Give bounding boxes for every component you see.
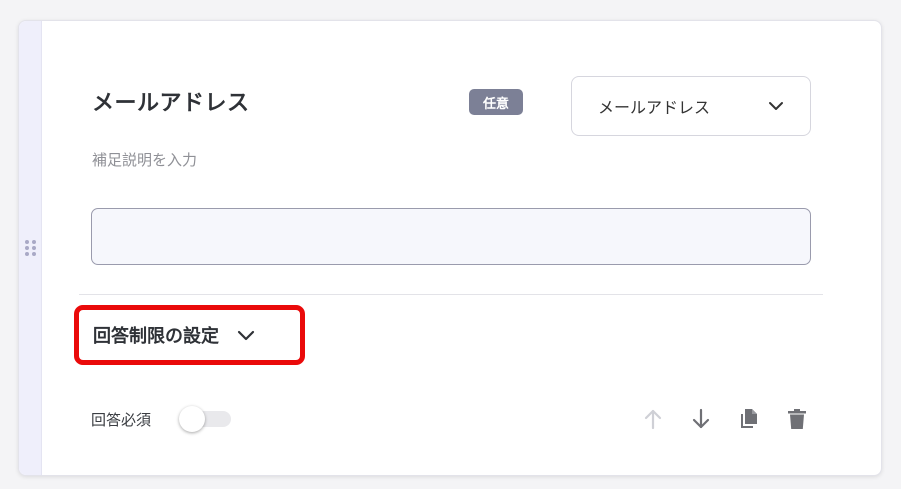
answer-restriction-label: 回答制限の設定 <box>93 326 219 347</box>
move-up-button[interactable] <box>639 405 667 433</box>
question-type-value: メールアドレス <box>598 98 711 117</box>
question-card: メールアドレス 任意 メールアドレス 補足説明を入力 回答制限の設定 回答必須 <box>18 20 882 476</box>
optional-badge: 任意 <box>469 89 523 115</box>
description-field[interactable]: 補足説明を入力 <box>92 149 197 170</box>
arrow-up-icon <box>644 409 662 430</box>
chevron-down-icon <box>769 102 783 110</box>
duplicate-button[interactable] <box>735 405 763 433</box>
move-down-button[interactable] <box>687 405 715 433</box>
arrow-down-icon <box>692 408 710 429</box>
delete-button[interactable] <box>783 405 811 433</box>
drag-handle-icon[interactable] <box>25 240 37 258</box>
copy-icon <box>741 409 757 428</box>
required-switch[interactable] <box>177 405 233 433</box>
chevron-down-icon <box>237 330 255 341</box>
required-label: 回答必須 <box>91 411 152 429</box>
question-type-select[interactable]: メールアドレス <box>571 76 811 136</box>
answer-input[interactable] <box>91 208 811 265</box>
question-actions <box>639 405 811 433</box>
drag-strip[interactable] <box>19 21 42 475</box>
switch-knob <box>179 406 205 432</box>
trash-icon <box>788 409 806 429</box>
answer-restriction-toggle[interactable]: 回答制限の設定 <box>74 305 305 365</box>
question-title[interactable]: メールアドレス <box>92 85 250 117</box>
divider <box>79 294 823 295</box>
